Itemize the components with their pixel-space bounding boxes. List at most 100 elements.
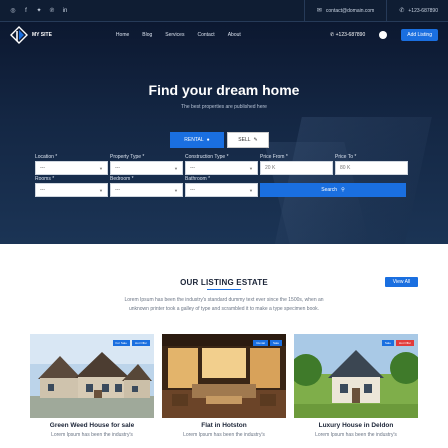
construction-type-select[interactable]: --- ▼ [185, 161, 258, 175]
instagram-icon[interactable]: ◎ [10, 8, 16, 14]
nav-item-home[interactable]: Home [116, 32, 129, 38]
topbar-phone-text: +123-687890 [408, 7, 438, 14]
facebook-icon[interactable]: f [23, 8, 29, 14]
user-icon[interactable] [379, 31, 388, 39]
property-badges: Rental Sale [253, 340, 282, 346]
field-label: Price From * [260, 154, 288, 160]
select-value: --- [40, 187, 45, 193]
bathroom-select[interactable]: --- ▼ [185, 183, 258, 197]
construction-type-field: Construction Type * --- ▼ [185, 153, 258, 175]
logo-text: MY SITE [32, 32, 52, 38]
section-description: Lorem Ipsum has been the industry's stan… [124, 297, 324, 312]
add-listing-button[interactable]: Add Listing [401, 29, 438, 41]
property-title[interactable]: Flat in Hotston [162, 422, 286, 429]
chevron-down-icon: ▼ [249, 165, 253, 171]
property-title[interactable]: Luxury House in Deldon [294, 422, 418, 429]
badge-rental: Rental [253, 340, 268, 346]
field-label: Price To * [335, 154, 357, 160]
property-image[interactable]: Rental Sale [162, 334, 286, 418]
chevron-down-icon: ▼ [99, 165, 103, 171]
nav-menu: Home Blog Services Contact About [116, 32, 241, 38]
search-row-1: Location * --- ▼ Property Type * --- ▼ Con… [35, 153, 408, 175]
price-to-input[interactable]: 80 K [335, 161, 408, 175]
field-label: Property Type * [110, 154, 145, 160]
price-to-field: Price To * 80 K [335, 153, 408, 175]
property-image[interactable]: Sale Hot Offer [294, 334, 418, 418]
main-nav: MY SITE Home Blog Services Contact About… [0, 22, 448, 48]
property-description: Lorem Ipsum has been the industry's [51, 432, 133, 438]
tab-rental[interactable]: RENTAL ● [170, 132, 224, 148]
nav-right: ✆ +123-687890 Add Listing [330, 29, 438, 41]
select-value: --- [40, 165, 45, 171]
listing-card[interactable]: Rental Sale Flat in Hotston Lorem Ipsum … [162, 334, 286, 448]
search-row-2: Rooms * --- ▼ Bedroom * --- ▼ Bathroom * -… [35, 175, 406, 197]
property-title[interactable]: Green Weed House for sale [30, 422, 154, 429]
select-value: --- [190, 187, 195, 193]
field-label: Location * [35, 154, 58, 160]
hero-title: Find your dream home [148, 82, 300, 98]
house-image-3 [294, 334, 418, 418]
topbar-email[interactable]: ✉ contact@domain.com [303, 0, 386, 22]
nav-item-contact[interactable]: Contact [197, 32, 214, 38]
tab-rental-label: RENTAL [184, 137, 204, 143]
nav-phone[interactable]: ✆ +123-687890 [330, 32, 365, 38]
price-from-input[interactable]: 20 K [260, 161, 333, 175]
section-title-underline [207, 289, 241, 290]
twitter-icon[interactable]: ✦ [36, 8, 42, 14]
property-type-field: Property Type * --- ▼ [110, 153, 183, 175]
chevron-down-icon: ▼ [249, 187, 253, 193]
listing-card[interactable]: For Sale Hot Offer Green Weed House for … [30, 334, 154, 448]
search-button[interactable]: Search ⚲ [260, 183, 406, 197]
chevron-down-icon: ▼ [174, 187, 178, 193]
logo-mark-icon [10, 26, 28, 44]
select-value: --- [115, 187, 120, 193]
property-badges: For Sale Hot Offer [112, 340, 150, 346]
site-logo[interactable]: MY SITE [10, 26, 52, 44]
nav-item-about[interactable]: About [228, 32, 241, 38]
price-from-field: Price From * 20 K [260, 153, 333, 175]
field-label: Bedroom * [110, 176, 134, 182]
tab-sell[interactable]: SELL ✎ [227, 132, 269, 148]
topbar-phone[interactable]: ✆ +123-687890 [386, 0, 438, 22]
property-description: Lorem Ipsum has been the industry's [315, 432, 397, 438]
nav-item-services[interactable]: Services [165, 32, 184, 38]
tab-sell-label: SELL [238, 137, 251, 143]
field-label: Rooms * [35, 176, 55, 182]
rooms-field: Rooms * --- ▼ [35, 175, 108, 197]
nav-phone-text: +123-687890 [335, 32, 366, 38]
property-image[interactable]: For Sale Hot Offer [30, 334, 154, 418]
badge-hot-offer: Hot Offer [395, 340, 414, 346]
tag-icon: ✎ [253, 137, 258, 143]
search-button-label: Search [321, 187, 338, 193]
select-value: --- [190, 165, 195, 171]
badge-for-sale: For Sale [112, 340, 130, 346]
topbar-email-text: contact@domain.com [325, 7, 375, 14]
whatsapp-icon: ✆ [399, 8, 405, 14]
interior-image-2 [162, 334, 286, 418]
section-title: OUR LISTING ESTATE [180, 278, 268, 287]
location-select[interactable]: --- ▼ [35, 161, 108, 175]
property-type-select[interactable]: --- ▼ [110, 161, 183, 175]
location-field: Location * --- ▼ [35, 153, 108, 175]
listing-card[interactable]: Sale Hot Offer Luxury House in Deldon Lo… [294, 334, 418, 448]
chevron-down-icon: ▼ [99, 187, 103, 193]
linkedin-icon[interactable]: in [62, 8, 68, 14]
bathroom-field: Bathroom * --- ▼ [185, 175, 258, 197]
view-all-button[interactable]: View All [385, 277, 418, 287]
house-image-1 [30, 334, 154, 418]
field-label: Construction Type * [185, 154, 229, 160]
listing-type-toggle: RENTAL ● SELL ✎ [170, 132, 269, 148]
property-description: Lorem Ipsum has been the industry's [183, 432, 265, 438]
field-label: Bathroom * [185, 176, 211, 182]
nav-item-blog[interactable]: Blog [142, 32, 152, 38]
social-links: ◎ f ✦ ℗ in [10, 8, 68, 14]
topbar-contact: ✉ contact@domain.com ✆ +123-687890 [303, 0, 438, 22]
select-value: --- [115, 165, 120, 171]
top-bar: ◎ f ✦ ℗ in ✉ contact@domain.com ✆ +123-6… [0, 0, 448, 22]
rooms-select[interactable]: --- ▼ [35, 183, 108, 197]
hero-subtitle: The best properties are published here [181, 104, 267, 110]
pinterest-icon[interactable]: ℗ [49, 8, 55, 14]
badge-sale: Sale [381, 340, 394, 346]
bedroom-select[interactable]: --- ▼ [110, 183, 183, 197]
hero-section: MY SITE Home Blog Services Contact About… [0, 22, 448, 244]
